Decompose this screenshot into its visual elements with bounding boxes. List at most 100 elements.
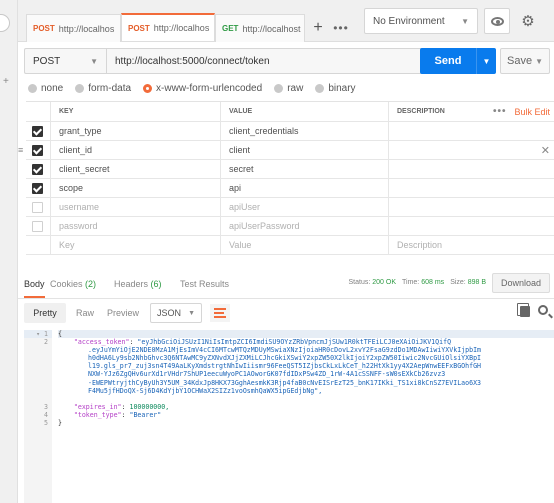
description-cell[interactable]	[388, 217, 482, 235]
response-toolbar: Pretty Raw Preview JSON ▼	[18, 303, 554, 325]
checkbox[interactable]	[32, 201, 43, 213]
send-options-chevron-icon[interactable]: ▼	[476, 48, 496, 74]
table-more-button[interactable]: •••	[493, 106, 507, 117]
row-checkbox-cell	[26, 141, 50, 159]
key-cell[interactable]: grant_type	[50, 122, 220, 140]
checkbox[interactable]	[32, 125, 43, 137]
fold-arrow-icon[interactable]: ▾	[36, 330, 44, 338]
row-actions	[482, 236, 554, 254]
tab-headers-label: Headers	[114, 279, 149, 289]
json-string-wrap: h0dHA6Ly9sb2NhbGhvc3Q6NTAwMC9yZXNvdXJjZX…	[88, 354, 482, 363]
request-tab-3[interactable]: GET http://localhost	[215, 14, 305, 42]
value-cell[interactable]: apiUser	[220, 198, 388, 216]
table-row[interactable]: grant_type client_credentials	[26, 122, 554, 141]
settings-gear-icon[interactable]: ⚙	[515, 8, 541, 34]
radio-form-data[interactable]: form-data	[75, 81, 131, 95]
new-param-row[interactable]: Key Value Description	[26, 236, 554, 255]
header-key: KEY	[50, 102, 220, 121]
key-placeholder[interactable]: Key	[50, 236, 220, 254]
radio-raw[interactable]: raw	[274, 81, 303, 95]
tab-test-results[interactable]: Test Results	[180, 279, 229, 289]
description-cell[interactable]	[388, 179, 482, 197]
json-key: "access_token"	[73, 338, 130, 347]
description-cell[interactable]	[388, 122, 482, 140]
download-button[interactable]: Download	[492, 273, 550, 293]
json-string-wrap: NXW-YJz6ZgQHv6urXd1rVHdr7ShUP1eecuWyoPC1…	[88, 370, 446, 379]
send-button[interactable]: Send	[420, 48, 476, 74]
bulk-edit-link[interactable]: Bulk Edit	[514, 107, 550, 117]
environment-select[interactable]: No Environment ▼	[364, 8, 478, 34]
value-cell[interactable]: client_credentials	[220, 122, 388, 140]
line-number	[24, 395, 52, 403]
header-value: VALUE	[220, 102, 388, 121]
value-cell[interactable]: client	[220, 141, 388, 159]
table-row[interactable]: client_secret secret	[26, 160, 554, 179]
value-cell[interactable]: api	[220, 179, 388, 197]
table-row[interactable]: ≡ client_id client ✕	[18, 141, 554, 160]
wrap-lines-icon[interactable]	[210, 304, 230, 322]
chevron-down-icon: ▼	[535, 56, 543, 66]
checkbox[interactable]	[32, 220, 43, 232]
radio-label: binary	[328, 82, 356, 94]
headers-count: (6)	[150, 279, 162, 289]
value-cell[interactable]: apiUserPassword	[220, 217, 388, 235]
radio-selected-icon	[143, 83, 153, 93]
radio-x-www-form-urlencoded[interactable]: x-www-form-urlencoded	[143, 81, 262, 95]
environment-selected: No Environment	[373, 15, 445, 27]
key-cell[interactable]: password	[50, 217, 220, 235]
tab-headers[interactable]: Headers (6)	[114, 279, 162, 289]
view-pretty[interactable]: Pretty	[24, 303, 66, 323]
radio-binary[interactable]: binary	[315, 81, 356, 95]
checkbox[interactable]	[32, 163, 43, 175]
view-raw[interactable]: Raw	[70, 303, 100, 323]
checkbox[interactable]	[32, 182, 43, 194]
json-string-wrap: F4Mu5jfHDoQX-Sj6D4KdYjbY1OCHWaX2SIZz1voO…	[88, 386, 323, 395]
eye-pupil	[496, 20, 500, 24]
view-preview[interactable]: Preview	[102, 303, 144, 323]
copy-icon[interactable]	[517, 303, 530, 317]
body-type-radios: none form-data x-www-form-urlencoded raw…	[28, 81, 356, 95]
request-tab-1[interactable]: POST http://localhos	[26, 14, 121, 42]
format-select[interactable]: JSON ▼	[150, 303, 202, 323]
value-cell[interactable]: secret	[220, 160, 388, 178]
checkbox[interactable]	[32, 144, 43, 156]
key-cell[interactable]: scope	[50, 179, 220, 197]
response-tabs: Body Cookies (2) Headers (6) Test Result…	[18, 271, 554, 299]
request-tab-2[interactable]: POST http://localhos	[121, 13, 215, 41]
response-code-viewer[interactable]: ▾ 1 2 3 4 5 { "access_token": "eyJhbGciO…	[24, 330, 554, 503]
url-input[interactable]: http://localhost:5000/connect/token	[106, 48, 424, 74]
params-header-row: KEY VALUE DESCRIPTION ••• Bulk Edit	[26, 102, 554, 122]
radio-label: none	[41, 82, 64, 94]
key-cell[interactable]: username	[50, 198, 220, 216]
description-cell[interactable]	[388, 198, 482, 216]
value-placeholder[interactable]: Value	[220, 236, 388, 254]
radio-icon	[75, 83, 85, 93]
tab-method: GET	[222, 24, 239, 33]
radio-none[interactable]: none	[28, 81, 63, 95]
request-workspace: POST http://localhos POST http://localho…	[18, 0, 554, 503]
key-cell[interactable]: client_id	[50, 141, 220, 159]
tab-body[interactable]: Body	[24, 279, 45, 298]
tab-cookies[interactable]: Cookies (2)	[50, 279, 96, 289]
new-tab-plus-icon[interactable]: +	[307, 16, 329, 40]
row-actions	[482, 217, 554, 235]
sidebar-collapse-icon[interactable]	[0, 14, 10, 32]
time-meta: Time: 608 ms	[402, 279, 444, 286]
save-button[interactable]: Save ▼	[500, 48, 550, 74]
table-row[interactable]: username apiUser	[26, 198, 554, 217]
description-placeholder[interactable]: Description	[388, 236, 482, 254]
row-actions	[482, 179, 554, 197]
description-cell[interactable]	[388, 160, 482, 178]
environment-quick-look-button[interactable]	[484, 8, 510, 34]
table-row[interactable]: password apiUserPassword	[26, 217, 554, 236]
tab-more-button[interactable]: •••	[331, 16, 351, 40]
key-cell[interactable]: client_secret	[50, 160, 220, 178]
delete-row-close-icon[interactable]: ✕	[541, 144, 550, 157]
table-row[interactable]: scope api	[26, 179, 554, 198]
drag-handle-icon[interactable]: ≡	[18, 146, 23, 155]
method-select[interactable]: POST ▼	[24, 48, 106, 74]
description-cell[interactable]	[388, 141, 482, 159]
search-icon[interactable]	[538, 305, 548, 315]
line-number	[24, 387, 52, 395]
